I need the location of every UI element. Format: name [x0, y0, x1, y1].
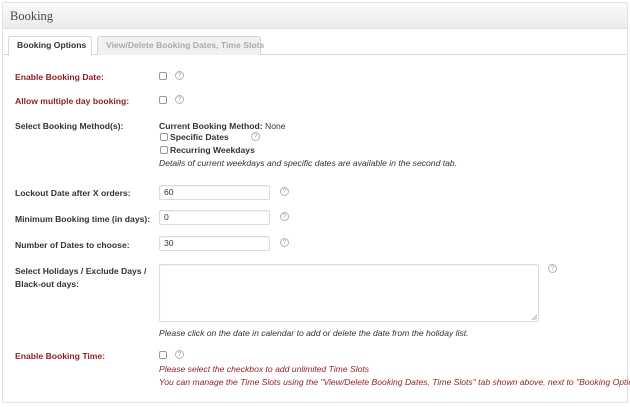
- current-booking-method-prefix: Current Booking Method:: [159, 121, 263, 131]
- current-booking-method-value: None: [262, 121, 286, 131]
- help-icon[interactable]: ?: [175, 350, 184, 359]
- specific-dates-label: Specific Dates: [170, 132, 229, 142]
- help-icon[interactable]: ?: [548, 264, 557, 273]
- panel-title: Booking: [10, 9, 54, 23]
- allow-multiple-day-checkbox[interactable]: [159, 96, 167, 104]
- min-booking-input[interactable]: 0: [159, 210, 270, 225]
- allow-multiple-day-label: Allow multiple day booking:: [15, 96, 130, 106]
- min-booking-label: Minimum Booking time (in days):: [15, 214, 151, 224]
- enable-booking-time-checkbox[interactable]: [159, 351, 167, 359]
- holidays-label-line1: Select Holidays / Exclude Days /: [15, 266, 147, 276]
- booking-method-label: Select Booking Method(s):: [15, 121, 124, 131]
- lockout-label: Lockout Date after X orders:: [15, 188, 131, 198]
- num-dates-label: Number of Dates to choose:: [15, 240, 130, 250]
- holidays-label-line2: Black-out days:: [15, 279, 79, 289]
- booking-time-note-2: You can manage the Time Slots using the …: [159, 377, 630, 387]
- current-booking-method: Current Booking Method: None: [159, 121, 286, 131]
- tab-view-delete-booking-dates[interactable]: View/Delete Booking Dates, Time Slots: [97, 36, 264, 55]
- specific-dates-checkbox[interactable]: [160, 133, 168, 141]
- help-icon[interactable]: ?: [280, 187, 289, 196]
- help-icon[interactable]: ?: [280, 212, 289, 221]
- enable-booking-date-label: Enable Booking Date:: [15, 72, 104, 82]
- holidays-label: Select Holidays / Exclude Days / Black-o…: [15, 265, 146, 291]
- holidays-note: Please click on the date in calendar to …: [159, 328, 469, 338]
- resize-grip-icon[interactable]: [531, 314, 537, 320]
- booking-method-note: Details of current weekdays and specific…: [159, 158, 458, 168]
- holidays-textarea[interactable]: [159, 264, 539, 322]
- help-icon[interactable]: ?: [280, 238, 289, 247]
- booking-time-note-1: Please select the checkbox to add unlimi…: [159, 364, 370, 374]
- help-icon[interactable]: ?: [175, 71, 184, 80]
- recurring-weekdays-label: Recurring Weekdays: [170, 145, 255, 155]
- booking-panel: Booking: [2, 2, 628, 403]
- recurring-weekdays-checkbox[interactable]: [160, 146, 168, 154]
- num-dates-input[interactable]: 30: [159, 236, 270, 251]
- enable-booking-date-checkbox[interactable]: [159, 72, 167, 80]
- help-icon[interactable]: ?: [251, 132, 260, 141]
- tab-booking-options[interactable]: Booking Options: [8, 36, 92, 56]
- panel-header: Booking: [3, 3, 627, 29]
- lockout-input[interactable]: 60: [159, 185, 270, 200]
- help-icon[interactable]: ?: [175, 95, 184, 104]
- enable-booking-time-label: Enable Booking Time:: [15, 351, 106, 361]
